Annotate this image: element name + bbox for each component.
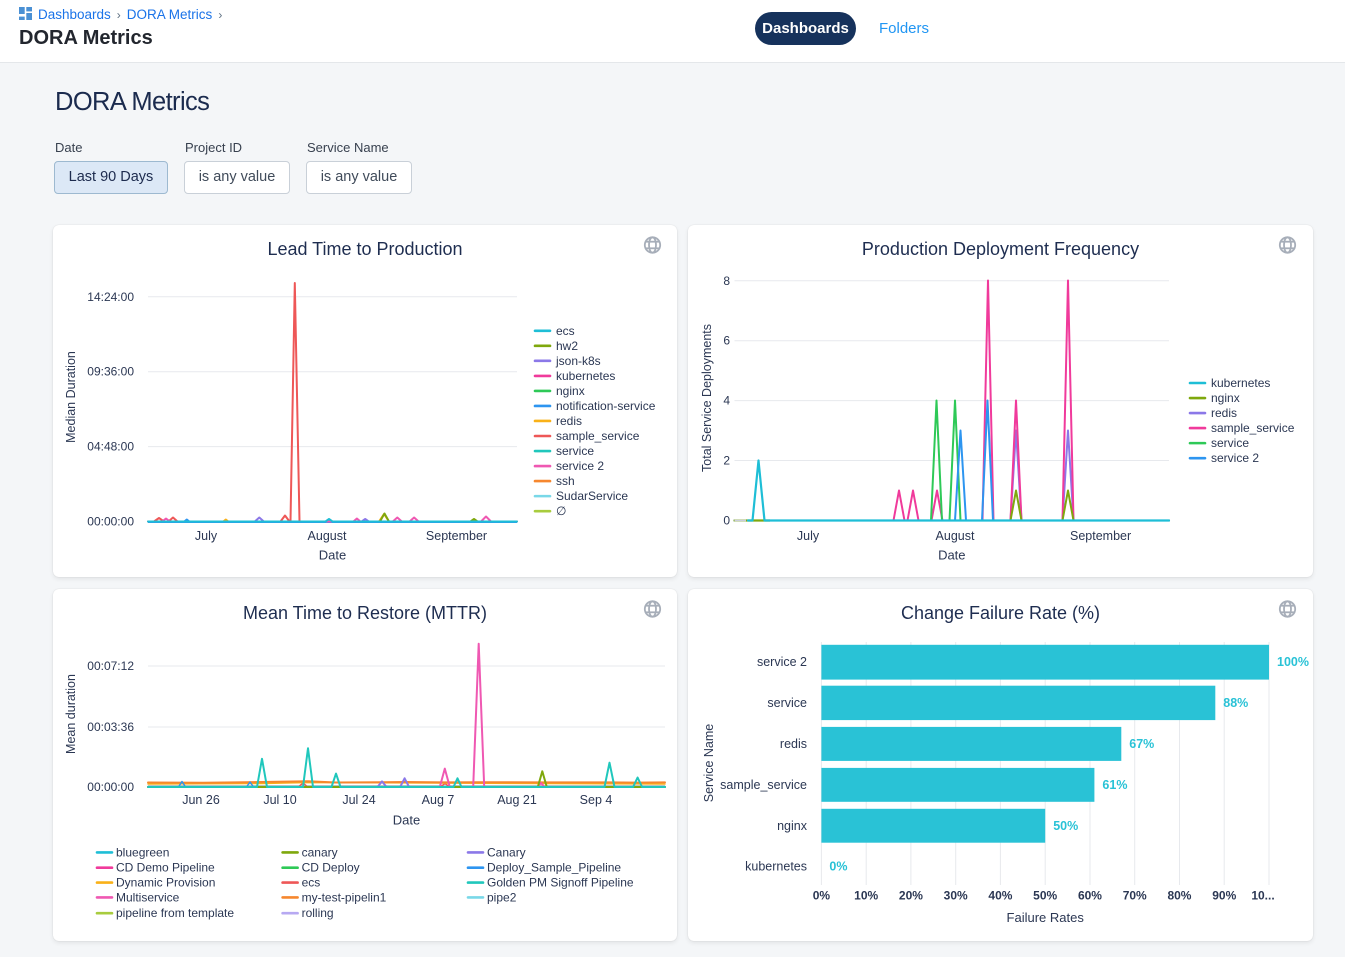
svg-text:Golden PM Signoff Pipeline: Golden PM Signoff Pipeline [487,876,634,890]
svg-text:Date: Date [393,813,420,828]
svg-text:service: service [556,444,594,458]
svg-text:∅: ∅ [556,504,566,518]
svg-text:0: 0 [723,514,730,528]
svg-text:Mean duration: Mean duration [64,674,78,754]
svg-text:sample_service: sample_service [720,778,807,792]
svg-text:Jul 10: Jul 10 [263,793,296,807]
svg-text:CD Demo Pipeline: CD Demo Pipeline [116,861,215,875]
svg-text:redis: redis [1211,406,1237,420]
svg-text:pipe2: pipe2 [487,890,517,904]
svg-text:hw2: hw2 [556,339,578,353]
svg-text:Dynamic Provision: Dynamic Provision [116,876,215,890]
svg-text:Mean Time to Restore (MTTR): Mean Time to Restore (MTTR) [243,603,487,623]
svg-text:kubernetes: kubernetes [556,369,615,383]
svg-text:Total Service Deployments: Total Service Deployments [700,324,714,472]
svg-text:Lead Time to Production: Lead Time to Production [267,239,462,259]
svg-text:Deploy_Sample_Pipeline: Deploy_Sample_Pipeline [487,861,621,875]
svg-text:50%: 50% [1053,819,1078,833]
svg-text:2: 2 [723,454,730,468]
svg-text:67%: 67% [1129,737,1154,751]
svg-text:service 2: service 2 [1211,451,1259,465]
svg-text:10%: 10% [854,889,878,903]
svg-text:json-k8s: json-k8s [555,354,601,368]
svg-text:nginx: nginx [1211,391,1240,405]
svg-text:my-test-pipelin1: my-test-pipelin1 [302,890,387,904]
svg-text:September: September [1070,529,1131,543]
svg-text:Production Deployment Frequenc: Production Deployment Frequency [862,239,1139,259]
svg-text:rolling: rolling [302,906,334,920]
svg-text:8: 8 [723,274,730,288]
svg-text:Sep 4: Sep 4 [580,793,613,807]
svg-text:service: service [1211,436,1249,450]
svg-text:sample_service: sample_service [556,429,640,443]
svg-text:Service Name: Service Name [702,724,716,803]
svg-text:bluegreen: bluegreen [116,845,169,859]
svg-text:July: July [195,529,218,543]
svg-text:0%: 0% [829,860,847,874]
svg-text:Median Duration: Median Duration [64,351,78,443]
svg-text:100%: 100% [1277,655,1309,669]
svg-text:ecs: ecs [302,876,321,890]
svg-text:00:00:00: 00:00:00 [87,515,134,529]
svg-text:Canary: Canary [487,845,526,859]
svg-text:00:07:12: 00:07:12 [87,659,134,673]
svg-text:04:48:00: 04:48:00 [87,440,134,454]
svg-text:50%: 50% [1033,889,1057,903]
svg-text:40%: 40% [988,889,1012,903]
svg-text:70%: 70% [1123,889,1147,903]
svg-text:00:03:36: 00:03:36 [87,720,134,734]
svg-text:14:24:00: 14:24:00 [87,290,134,304]
svg-text:4: 4 [723,394,730,408]
svg-text:Date: Date [938,548,965,563]
svg-text:service 2: service 2 [556,459,604,473]
svg-text:sample_service: sample_service [1211,421,1295,435]
svg-text:CD Deploy: CD Deploy [302,861,360,875]
svg-text:Jul 24: Jul 24 [342,793,375,807]
svg-text:Failure Rates: Failure Rates [1007,910,1085,925]
svg-text:09:36:00: 09:36:00 [87,365,134,379]
svg-text:Aug 21: Aug 21 [497,793,537,807]
svg-text:redis: redis [780,737,807,751]
svg-text:service: service [767,696,807,710]
svg-text:nginx: nginx [556,384,585,398]
svg-text:30%: 30% [944,889,968,903]
svg-text:SudarService: SudarService [556,489,628,503]
svg-text:00:00:00: 00:00:00 [87,780,134,794]
svg-text:August: August [936,529,975,543]
svg-text:Change Failure Rate (%): Change Failure Rate (%) [901,603,1100,623]
svg-text:90%: 90% [1212,889,1236,903]
svg-text:10...: 10... [1251,889,1274,903]
svg-text:Multiservice: Multiservice [116,890,180,904]
svg-text:kubernetes: kubernetes [745,860,807,874]
svg-text:61%: 61% [1102,778,1127,792]
svg-text:0%: 0% [813,889,831,903]
svg-text:ecs: ecs [556,324,575,338]
svg-text:August: August [308,529,347,543]
svg-text:88%: 88% [1223,696,1248,710]
svg-text:6: 6 [723,334,730,348]
svg-text:Aug 7: Aug 7 [422,793,455,807]
svg-text:kubernetes: kubernetes [1211,376,1270,390]
svg-text:service 2: service 2 [757,655,807,669]
svg-text:canary: canary [302,845,338,859]
svg-text:pipeline from template: pipeline from template [116,906,234,920]
svg-text:July: July [797,529,820,543]
svg-text:60%: 60% [1078,889,1102,903]
svg-text:Date: Date [319,548,346,563]
svg-text:notification-service: notification-service [556,399,656,413]
svg-text:nginx: nginx [777,819,808,833]
svg-text:Jun 26: Jun 26 [182,793,220,807]
svg-text:80%: 80% [1167,889,1191,903]
svg-text:ssh: ssh [556,474,575,488]
svg-text:20%: 20% [899,889,923,903]
svg-text:redis: redis [556,414,582,428]
svg-text:September: September [426,529,487,543]
